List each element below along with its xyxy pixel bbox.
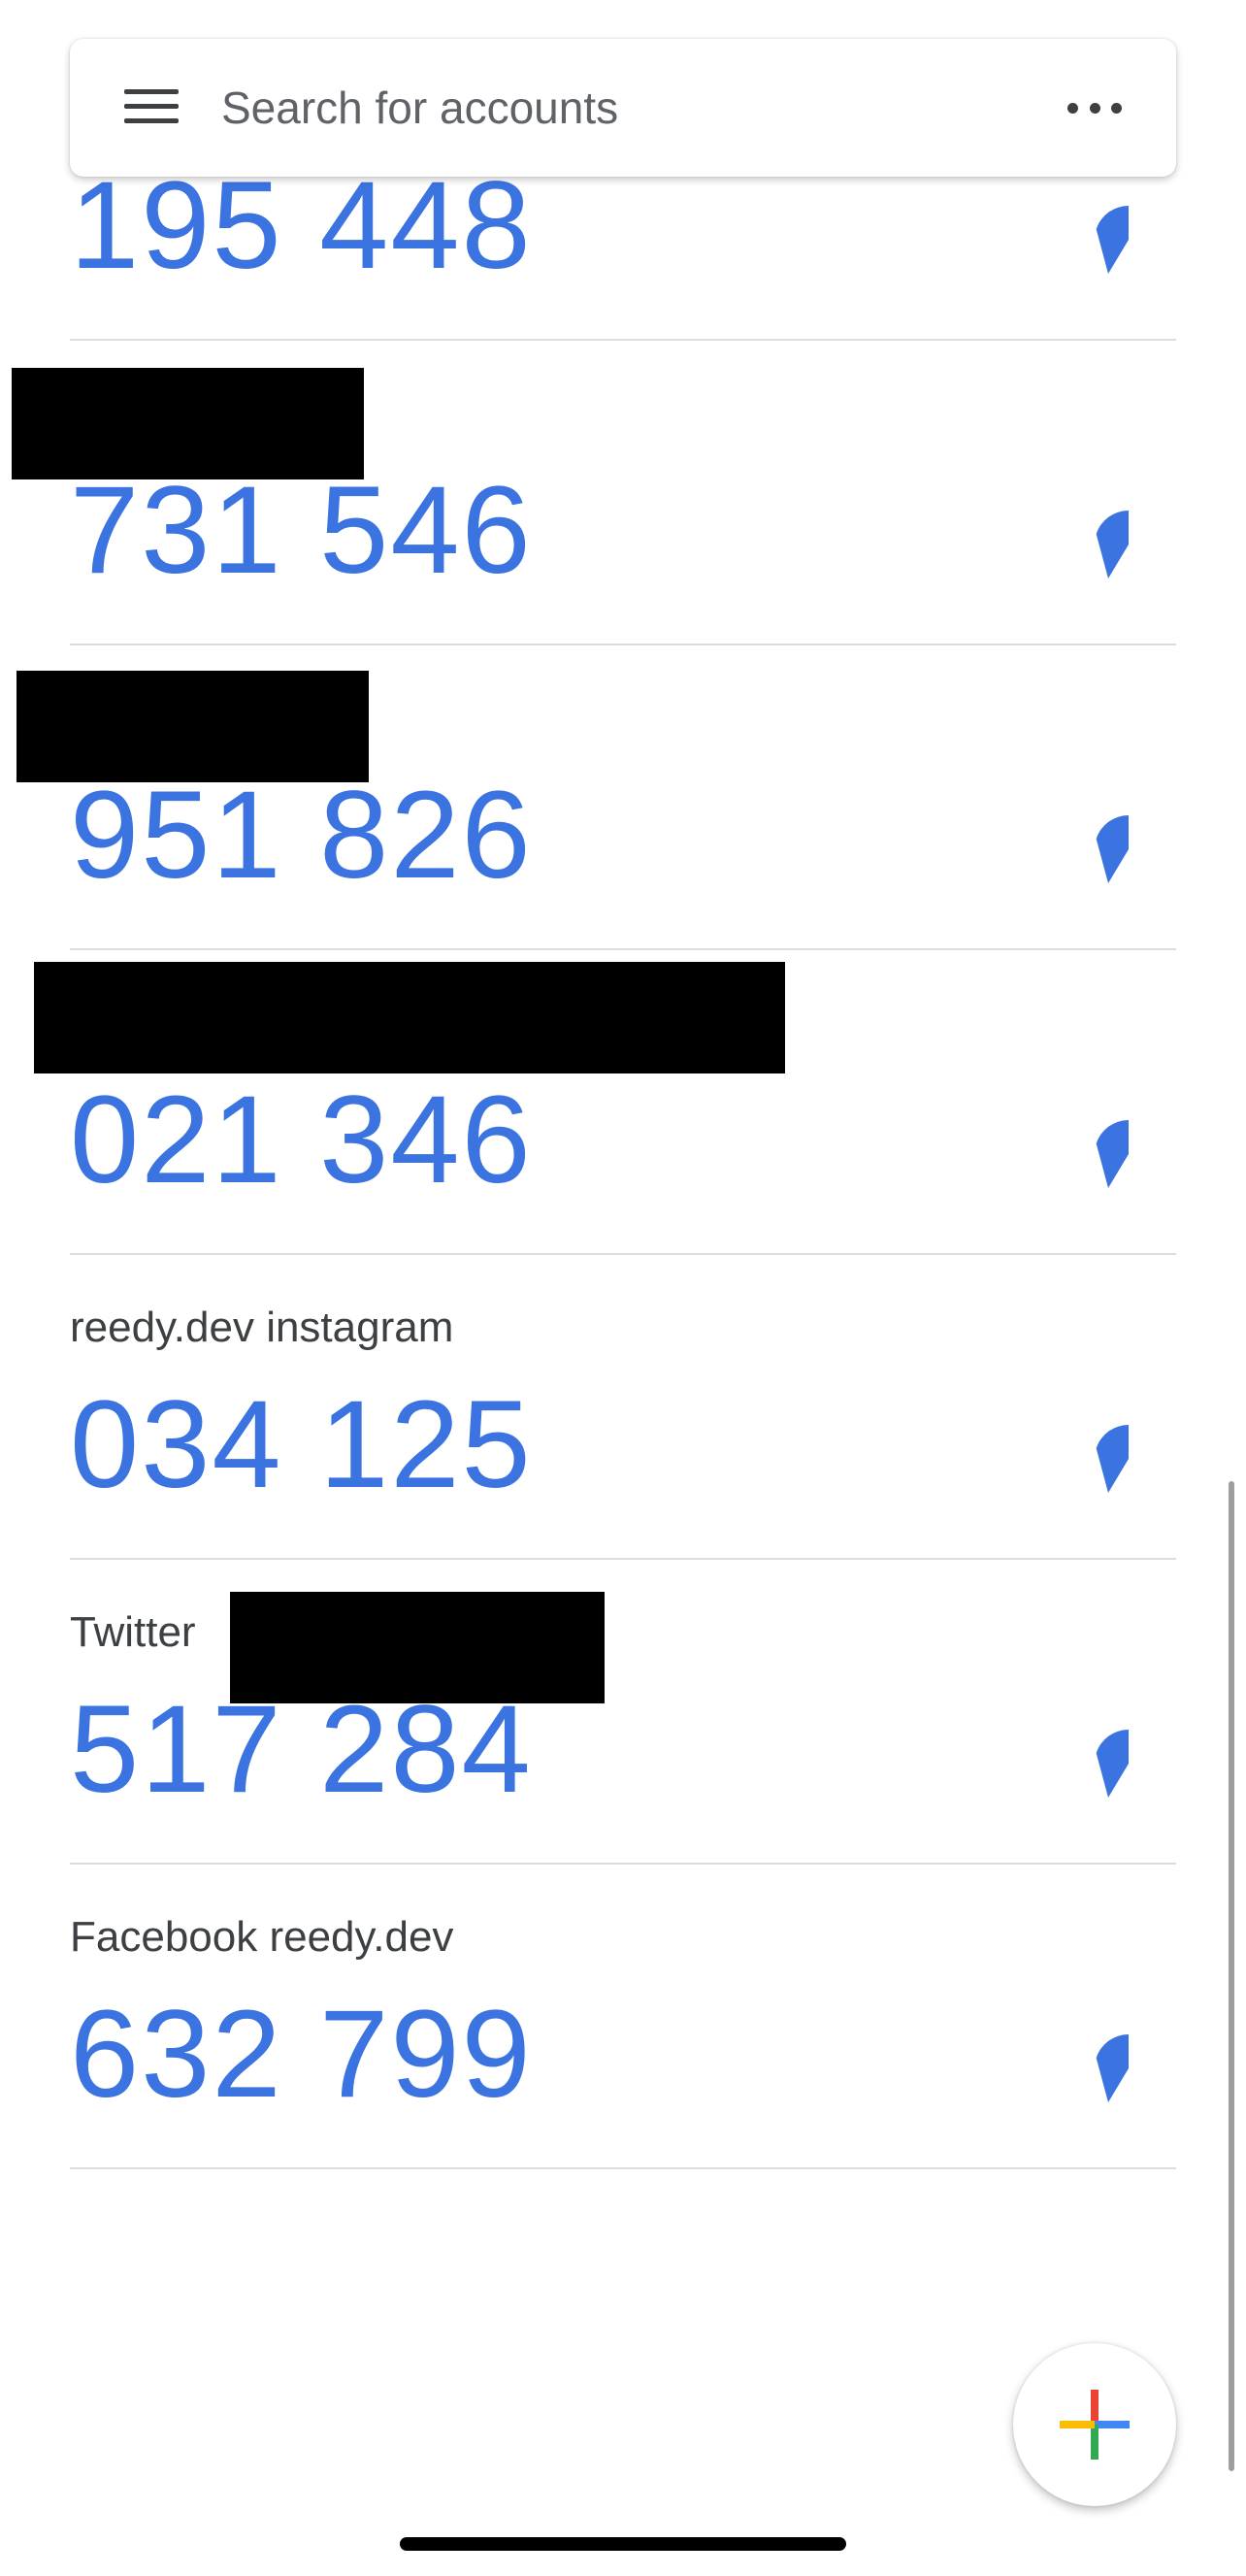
account-code[interactable]: 195 448 — [70, 164, 533, 288]
countdown-timer-icon — [1096, 1425, 1129, 1493]
countdown-timer-icon — [1096, 815, 1129, 883]
account-code[interactable]: 951 826 — [70, 774, 533, 898]
account-label: reedy.dev instagram — [70, 1304, 454, 1351]
menu-icon[interactable] — [124, 87, 179, 126]
redaction-block — [230, 1592, 605, 1703]
countdown-timer-icon — [1096, 511, 1129, 578]
add-icon — [1060, 2390, 1130, 2460]
account-label: Facebook reedy.dev — [70, 1913, 454, 1961]
redaction-block — [12, 368, 364, 479]
redaction-block — [34, 962, 785, 1073]
countdown-timer-icon — [1096, 2034, 1129, 2102]
search-bar — [70, 39, 1176, 177]
more-vert-icon[interactable] — [1067, 93, 1122, 122]
add-account-button[interactable] — [1013, 2343, 1176, 2506]
scrollbar[interactable] — [1229, 1481, 1234, 2471]
countdown-timer-icon — [1096, 1730, 1129, 1798]
countdown-timer-icon — [1096, 1120, 1129, 1188]
account-code[interactable]: 517 284 — [70, 1688, 533, 1812]
countdown-timer-icon — [1096, 206, 1129, 274]
account-item[interactable]: reedy.dev instagram 034 125 — [70, 1255, 1176, 1560]
home-indicator[interactable] — [400, 2537, 846, 2551]
search-input[interactable] — [221, 74, 998, 142]
account-code[interactable]: 021 346 — [70, 1078, 533, 1203]
account-code[interactable]: 632 799 — [70, 1993, 533, 2117]
account-label: Twitter — [70, 1608, 196, 1656]
account-code[interactable]: 731 546 — [70, 469, 533, 593]
account-code[interactable]: 034 125 — [70, 1383, 533, 1507]
account-item[interactable]: Facebook reedy.dev 632 799 — [70, 1865, 1176, 2169]
redaction-block — [16, 671, 369, 782]
